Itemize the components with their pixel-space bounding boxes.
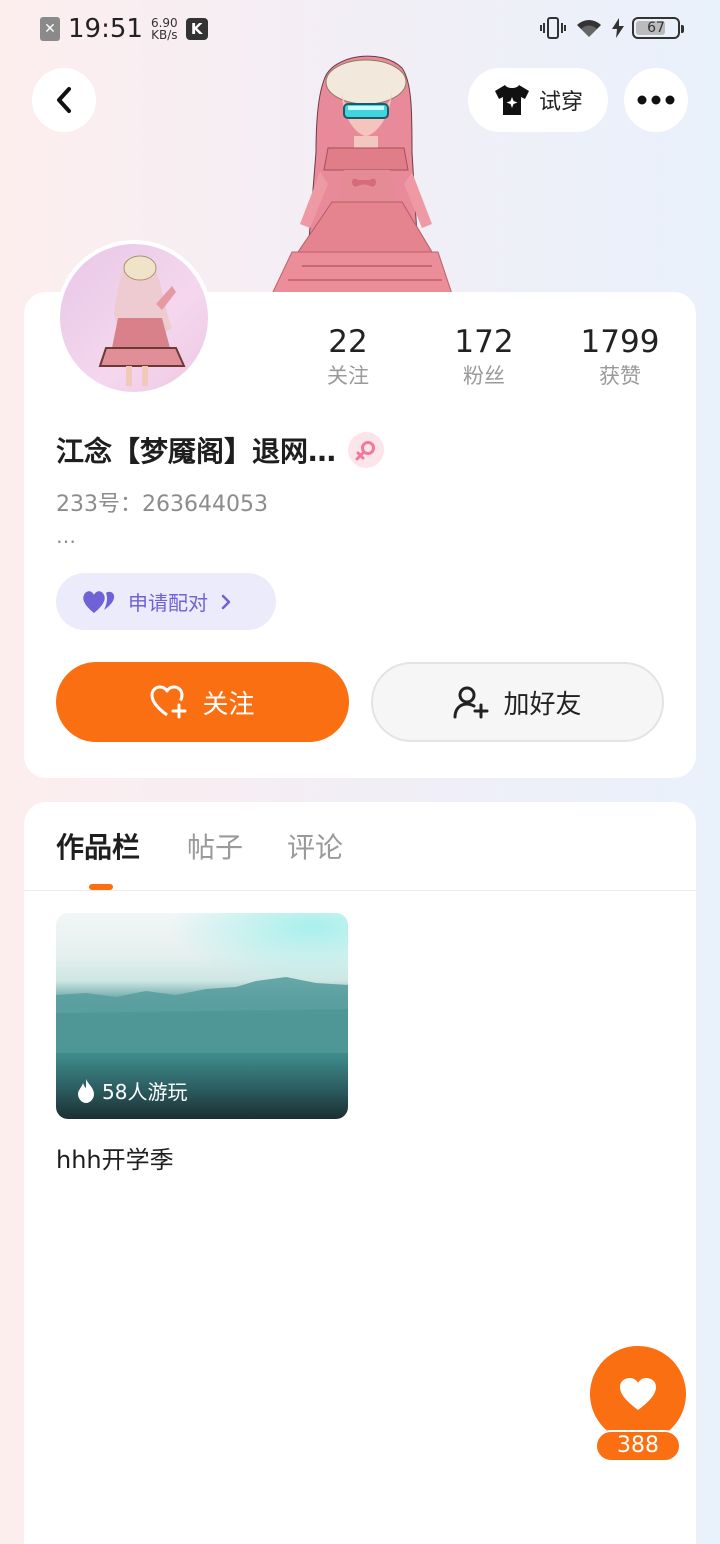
chevron-right-icon	[221, 594, 231, 609]
play-count-label: 58人游玩	[102, 1080, 188, 1104]
status-time: 19:51	[68, 14, 143, 44]
apply-pair-button[interactable]: 申请配对	[56, 573, 276, 630]
avatar-character-image	[98, 255, 186, 386]
battery-icon: 67	[632, 17, 684, 39]
apply-pair-label: 申请配对	[128, 591, 208, 615]
stat-likes[interactable]: 1799 获赞	[560, 322, 680, 390]
follow-button[interactable]: 关注	[56, 662, 349, 742]
back-button[interactable]	[32, 68, 96, 132]
follow-label: 关注	[202, 689, 255, 720]
try-on-label: 试穿	[538, 90, 583, 115]
network-speed: 6.90 KB/s	[151, 17, 178, 41]
heart-plus-icon	[150, 685, 187, 719]
add-user-icon	[453, 686, 489, 719]
tab-works[interactable]: 作品栏	[56, 826, 140, 866]
tab-comments[interactable]: 评论	[287, 826, 343, 866]
avatar[interactable]	[56, 240, 212, 396]
user-id: 233号：263644053	[56, 492, 268, 517]
stat-following-value: 22	[328, 324, 368, 360]
more-dots-icon	[637, 95, 675, 105]
try-on-button[interactable]: 试穿	[468, 68, 608, 132]
stat-likes-label: 获赞	[599, 364, 641, 388]
status-bar: ✕ 19:51 6.90 KB/s K 67	[0, 0, 720, 56]
work-title[interactable]: hhh开学季	[56, 1140, 174, 1175]
more-button[interactable]	[624, 68, 688, 132]
battery-level: 67	[647, 20, 665, 36]
username-row: 江念【梦魇阁】退网…	[56, 430, 385, 470]
like-count: 388	[595, 1430, 681, 1462]
bio[interactable]: …	[56, 524, 76, 548]
mountain-scenery	[56, 977, 348, 1053]
stat-fans[interactable]: 172 粉丝	[424, 322, 544, 390]
add-friend-button[interactable]: 加好友	[371, 662, 664, 742]
stat-fans-label: 粉丝	[463, 364, 505, 388]
username: 江念【梦魇阁】退网…	[56, 435, 337, 468]
female-icon	[355, 441, 376, 461]
heart-icon	[620, 1378, 656, 1410]
avatar-character-figure[interactable]	[262, 52, 462, 294]
stat-fans-value: 172	[454, 324, 514, 360]
tab-posts[interactable]: 帖子	[187, 826, 243, 866]
wifi-icon	[577, 20, 601, 37]
work-card[interactable]: 58人游玩	[56, 913, 348, 1119]
charging-icon	[612, 18, 624, 38]
gender-badge	[348, 432, 385, 468]
stat-following[interactable]: 22 关注	[288, 322, 408, 390]
add-friend-label: 加好友	[503, 689, 582, 720]
shirt-icon	[494, 85, 529, 115]
double-heart-icon	[83, 590, 115, 613]
vibrate-icon	[540, 17, 566, 39]
network-speed-unit: KB/s	[151, 28, 178, 42]
like-button[interactable]	[590, 1346, 686, 1442]
stat-likes-value: 1799	[580, 324, 660, 360]
back-chevron-icon	[57, 87, 71, 113]
close-notification-icon: ✕	[40, 17, 60, 41]
play-count: 58人游玩	[76, 1076, 187, 1105]
tab-divider	[24, 890, 696, 891]
stat-following-label: 关注	[327, 364, 369, 388]
k-app-icon: K	[185, 18, 208, 40]
flame-icon	[78, 1078, 94, 1103]
